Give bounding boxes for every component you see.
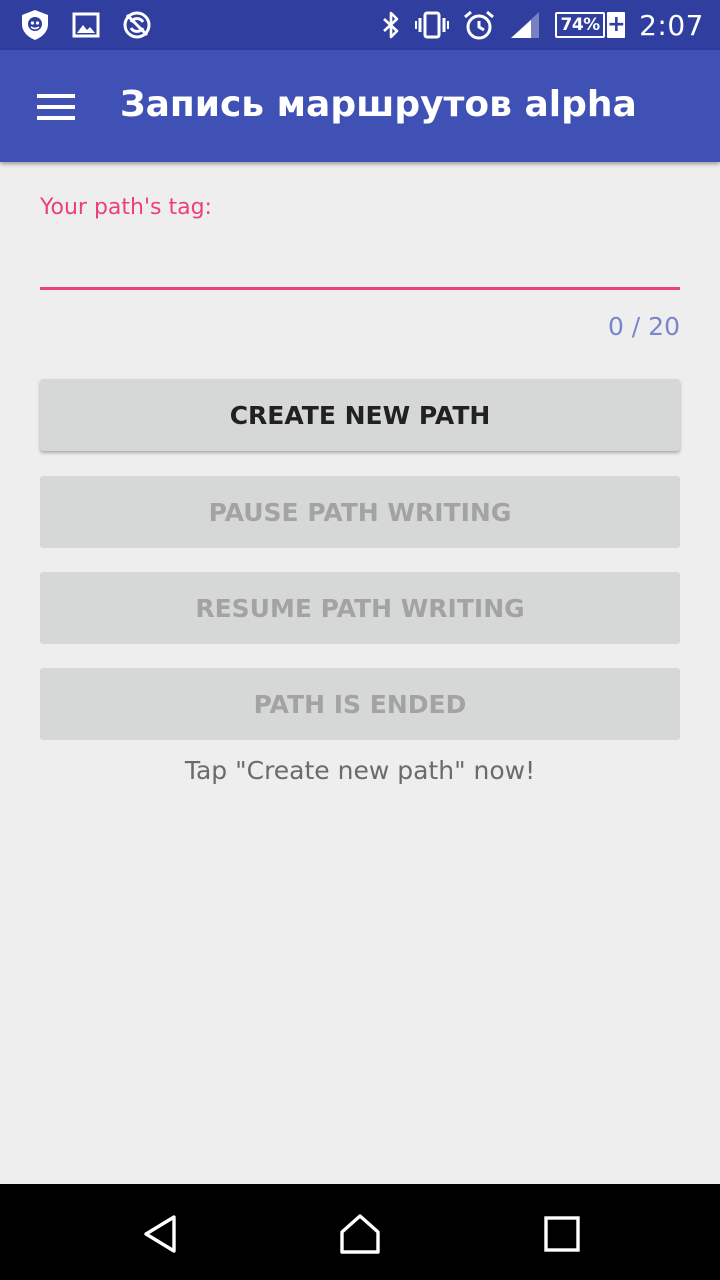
status-bar: 74% + 2:07: [0, 0, 720, 50]
resume-path-writing-button[interactable]: RESUME PATH WRITING: [40, 572, 680, 644]
character-counter: 0 / 20: [607, 312, 680, 341]
recents-icon[interactable]: [540, 1212, 584, 1256]
status-bar-system-icons: 74% + 2:07: [381, 7, 704, 43]
battery-level: 74%: [555, 12, 606, 38]
pause-path-writing-button[interactable]: PAUSE PATH WRITING: [40, 476, 680, 548]
home-icon[interactable]: [338, 1212, 382, 1256]
charging-icon: +: [607, 12, 626, 38]
shield-icon: [20, 9, 50, 41]
battery-icon: 74% +: [555, 12, 626, 38]
alarm-icon: [463, 9, 495, 41]
path-tag-input[interactable]: [40, 236, 680, 290]
navigation-bar: [0, 1184, 720, 1280]
clock: 2:07: [639, 8, 704, 42]
path-tag-label: Your path's tag:: [40, 195, 212, 220]
hint-text: Tap "Create new path" now!: [184, 756, 536, 785]
status-bar-notification-icons: [20, 9, 152, 41]
path-is-ended-button[interactable]: PATH IS ENDED: [40, 668, 680, 740]
create-new-path-button[interactable]: CREATE NEW PATH: [40, 379, 680, 451]
app-bar: Запись маршрутов alpha: [0, 50, 720, 162]
signal-icon: [509, 10, 541, 40]
back-icon[interactable]: [138, 1212, 182, 1256]
bluetooth-icon: [381, 10, 401, 40]
image-icon: [72, 12, 100, 38]
app-title: Запись маршрутов alpha: [120, 84, 637, 125]
hamburger-menu-icon[interactable]: [37, 94, 75, 120]
vibrate-icon: [415, 10, 450, 40]
no-sync-icon: [122, 10, 152, 40]
